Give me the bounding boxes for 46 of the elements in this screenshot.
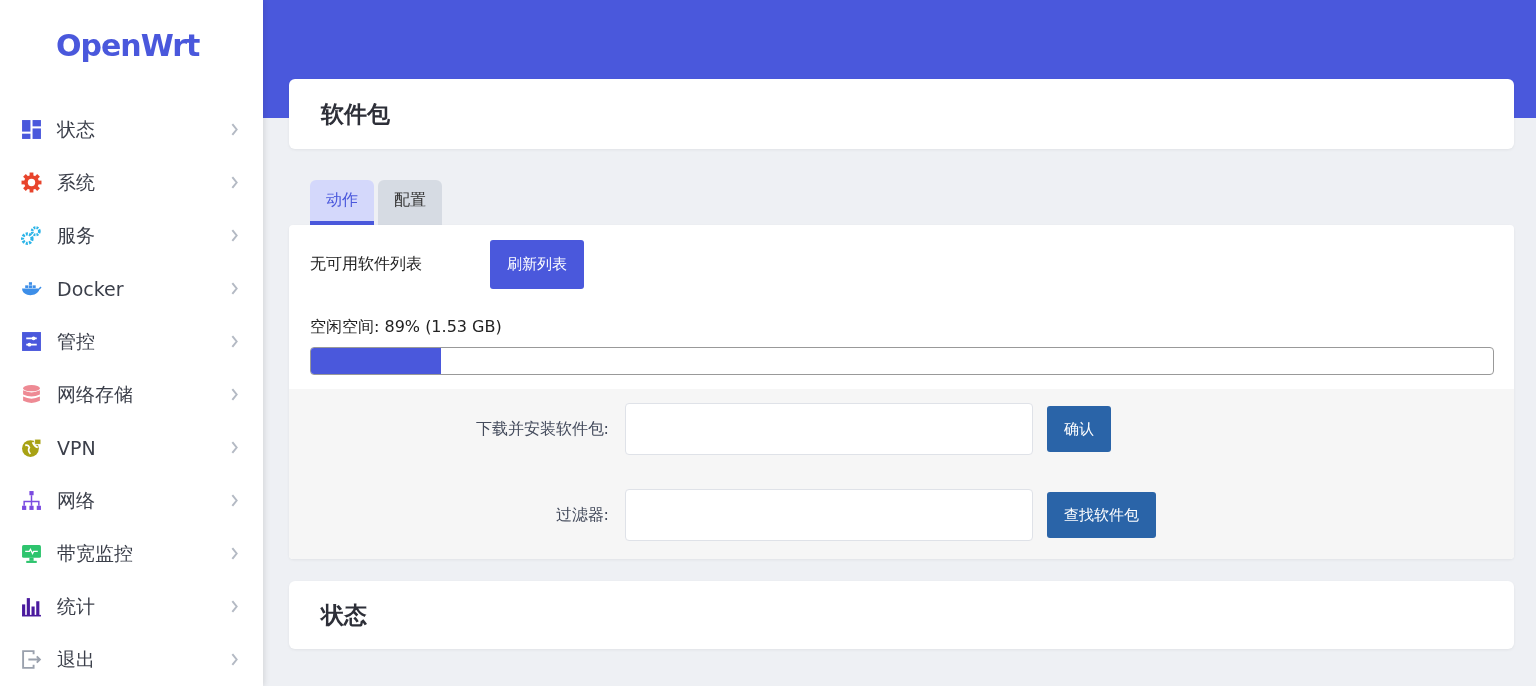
action-button[interactable]: 确认 bbox=[1047, 406, 1111, 452]
tab[interactable]: 动作 bbox=[310, 180, 374, 225]
chevron-icon bbox=[230, 494, 239, 507]
tab[interactable]: 配置 bbox=[378, 180, 442, 225]
database-icon bbox=[21, 384, 42, 405]
chevron-icon bbox=[230, 653, 239, 666]
chevron-icon bbox=[230, 547, 239, 560]
sidebar-item[interactable]: Docker bbox=[0, 262, 263, 315]
section-title: 状态 bbox=[321, 600, 367, 630]
chevron-icon bbox=[230, 176, 239, 189]
refresh-button[interactable]: 刷新列表 bbox=[490, 239, 584, 289]
sidebar-item[interactable]: VPN bbox=[0, 421, 263, 474]
monitor-icon bbox=[21, 543, 42, 564]
sitemap-icon bbox=[21, 490, 42, 511]
sidebar-item[interactable]: 带宽监控 bbox=[0, 527, 263, 580]
gears-icon bbox=[21, 225, 42, 246]
sidebar-item[interactable]: 系统 bbox=[0, 156, 263, 209]
logo[interactable]: OpenWrt bbox=[56, 28, 200, 63]
sidebar-item[interactable]: 服务 bbox=[0, 209, 263, 262]
field-label: 过滤器: bbox=[554, 504, 609, 526]
gear-icon bbox=[21, 172, 42, 193]
chevron-icon bbox=[230, 441, 239, 454]
globe-lock-icon bbox=[21, 437, 42, 458]
sidebar-item[interactable]: 统计 bbox=[0, 580, 263, 633]
free-space-label: 空闲空间: 89% (1.53 GB) bbox=[310, 317, 503, 338]
chevron-icon bbox=[230, 335, 239, 348]
sidebar-item[interactable]: 管控 bbox=[0, 315, 263, 368]
action-button[interactable]: 查找软件包 bbox=[1047, 492, 1156, 538]
chevron-icon bbox=[230, 388, 239, 401]
page-title: 软件包 bbox=[321, 99, 390, 129]
sidebar-item[interactable]: 网络存储 bbox=[0, 368, 263, 421]
chevron-icon bbox=[230, 282, 239, 295]
sidebar-item[interactable]: 退出 bbox=[0, 633, 263, 686]
bar-chart-icon bbox=[21, 596, 42, 617]
input-field[interactable] bbox=[625, 403, 1033, 455]
sidebar-item[interactable]: 网络 bbox=[0, 474, 263, 527]
chevron-icon bbox=[230, 600, 239, 613]
status-message: 无可用软件列表 bbox=[310, 253, 423, 275]
sidebar-item[interactable]: 状态 bbox=[0, 103, 263, 156]
chevron-icon bbox=[230, 229, 239, 242]
sliders-icon bbox=[21, 331, 42, 352]
logout-icon bbox=[21, 649, 42, 670]
chevron-icon bbox=[230, 123, 239, 136]
field-label: 下载并安装软件包: bbox=[474, 418, 609, 440]
input-field[interactable] bbox=[625, 489, 1033, 541]
dashboard-icon bbox=[21, 119, 42, 140]
